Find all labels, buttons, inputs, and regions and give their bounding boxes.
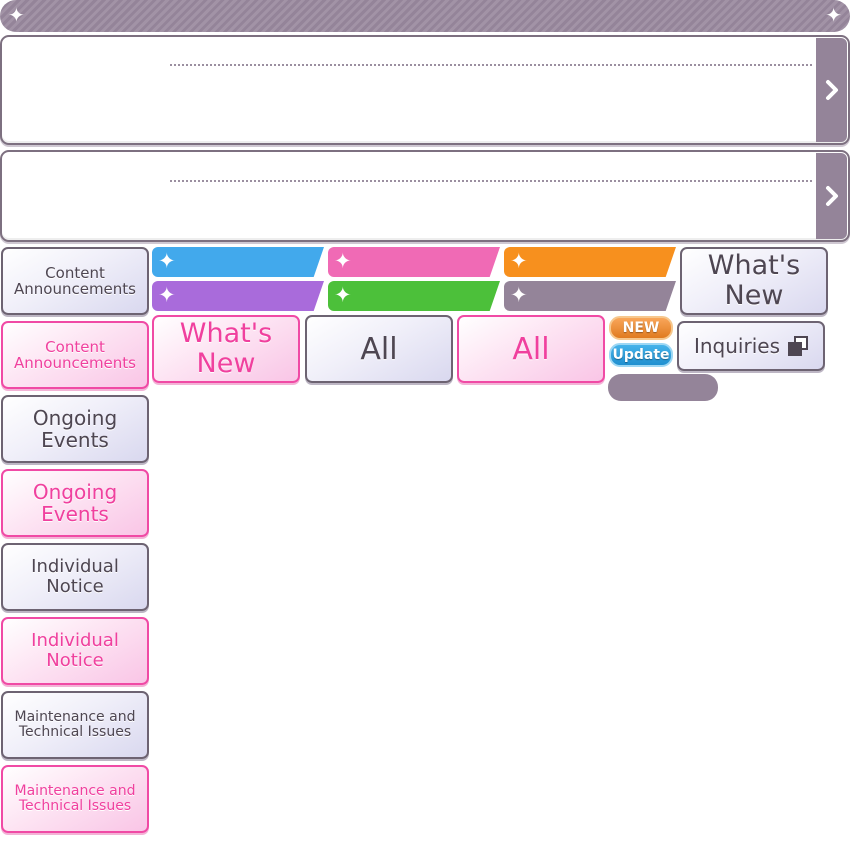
sparkle-icon: ✦ — [158, 249, 176, 273]
tab-individual-notice-selected[interactable]: Individual Notice — [1, 617, 149, 685]
tab-label: Technical Issues — [18, 798, 132, 814]
dotted-divider — [170, 180, 812, 182]
tag-grey: ✦ — [504, 281, 676, 311]
sparkle-icon: ✦ — [8, 3, 25, 27]
tag-orange: ✦ — [504, 247, 676, 277]
tab-ongoing-events[interactable]: Ongoing Events — [1, 395, 149, 463]
tab-ongoing-events-selected[interactable]: Ongoing Events — [1, 469, 149, 537]
whats-new-button[interactable]: What's New — [680, 247, 828, 315]
chevron-right-icon — [825, 186, 838, 206]
sparkle-icon: ✦ — [510, 249, 528, 273]
tag-blue: ✦ — [152, 247, 324, 277]
tag-green: ✦ — [328, 281, 500, 311]
tab-label: Maintenance and — [14, 782, 136, 799]
open-notice-button[interactable] — [816, 153, 847, 239]
tab-label: Announcements — [14, 280, 136, 298]
button-label: All — [360, 331, 398, 367]
button-label: What's — [707, 250, 801, 282]
tab-label: Notice — [46, 650, 104, 671]
inquiries-button[interactable]: Inquiries — [677, 321, 825, 371]
button-label: Inquiries — [693, 334, 780, 358]
header-bar: ✦ ✦ — [0, 0, 850, 32]
tab-maintenance[interactable]: Maintenance and Technical Issues — [1, 691, 149, 759]
tab-label: Content — [45, 263, 105, 282]
button-label: What's — [179, 318, 273, 350]
update-badge: Update — [609, 343, 673, 367]
button-label: New — [724, 280, 784, 311]
sparkle-icon: ✦ — [510, 283, 528, 307]
tab-label: Maintenance and — [14, 708, 136, 725]
all-button-selected[interactable]: All — [457, 315, 605, 383]
tab-label: Individual — [31, 556, 119, 578]
tab-label: Events — [41, 428, 109, 452]
whats-new-button-selected[interactable]: What's New — [152, 315, 300, 383]
tab-label: Technical Issues — [18, 724, 132, 740]
tab-content-announcements-selected[interactable]: Content Announcements — [1, 321, 149, 389]
tab-label: Individual — [31, 630, 119, 652]
open-notice-button[interactable] — [816, 38, 847, 142]
tab-individual-notice[interactable]: Individual Notice — [1, 543, 149, 611]
tab-label: Content — [45, 337, 105, 356]
sparkle-icon: ✦ — [334, 283, 352, 307]
tab-label: Ongoing — [32, 480, 118, 504]
external-window-icon — [788, 336, 808, 356]
notice-card[interactable] — [0, 35, 850, 145]
button-label: New — [196, 348, 256, 379]
tab-label: Events — [41, 502, 109, 526]
tab-label: Ongoing — [32, 406, 118, 430]
sparkle-icon: ✦ — [158, 283, 176, 307]
tag-pink: ✦ — [328, 247, 500, 277]
tag-purple: ✦ — [152, 281, 324, 311]
sparkle-icon: ✦ — [825, 3, 842, 27]
tab-label: Notice — [46, 576, 104, 597]
tab-content-announcements[interactable]: Content Announcements — [1, 247, 149, 315]
button-label: All — [512, 331, 550, 367]
notice-card[interactable] — [0, 150, 850, 242]
grey-pill — [608, 374, 718, 401]
new-badge: NEW — [609, 316, 673, 340]
tab-label: Announcements — [14, 354, 136, 372]
all-button[interactable]: All — [305, 315, 453, 383]
dotted-divider — [170, 64, 812, 66]
tab-maintenance-selected[interactable]: Maintenance and Technical Issues — [1, 765, 149, 833]
chevron-right-icon — [825, 80, 838, 100]
sparkle-icon: ✦ — [334, 249, 352, 273]
